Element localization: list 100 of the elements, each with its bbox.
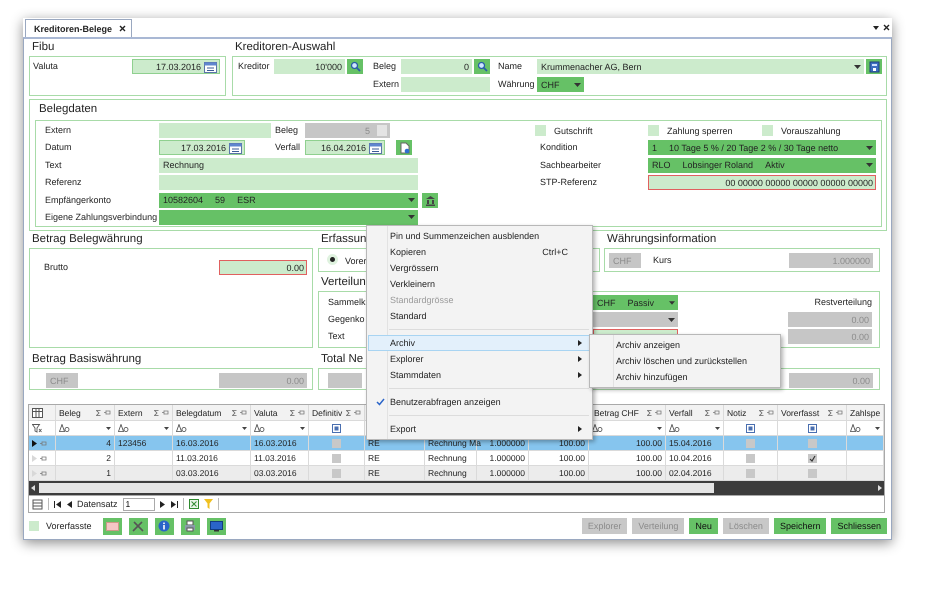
menu-item[interactable]: Export [368, 421, 591, 437]
calendar-icon[interactable] [229, 142, 242, 154]
caret-icon[interactable] [866, 163, 873, 168]
date-field[interactable]: 17.03.2016 [159, 140, 245, 156]
checkbox-filter-icon[interactable] [332, 424, 341, 432]
checkbox[interactable] [746, 454, 755, 462]
caret-icon[interactable] [300, 426, 305, 430]
input-field[interactable]: Rechnung [159, 158, 418, 173]
caret-icon[interactable] [164, 426, 169, 430]
arrow-right-icon[interactable] [876, 484, 884, 492]
caret-icon[interactable] [106, 426, 111, 430]
sigma-icon[interactable] [705, 410, 710, 416]
pin-icon[interactable] [713, 410, 720, 415]
checkbox-filter-icon[interactable] [746, 424, 755, 432]
caret-icon[interactable] [866, 146, 873, 150]
menu-item[interactable]: Archiv hinzufügen [591, 369, 779, 385]
last-icon[interactable] [170, 500, 178, 508]
pin-icon[interactable] [836, 410, 843, 415]
filter-operator-icon[interactable] [59, 424, 70, 432]
search-button[interactable] [347, 59, 363, 74]
next-icon[interactable] [160, 500, 166, 508]
spreadsheet-icon[interactable] [188, 499, 199, 509]
checkbox[interactable] [746, 438, 755, 448]
caret-icon[interactable] [574, 82, 581, 86]
calendar-icon[interactable] [204, 60, 217, 72]
caret-icon[interactable] [873, 26, 879, 30]
search-button[interactable] [474, 59, 490, 74]
first-icon[interactable] [54, 500, 61, 508]
sigma-icon[interactable] [154, 410, 159, 416]
menu-item[interactable]: Vergrössern [368, 260, 591, 276]
checkbox[interactable] [746, 468, 755, 478]
caret-icon[interactable] [715, 426, 720, 430]
menu-item[interactable]: Standard [368, 308, 591, 324]
input-field[interactable]: 00 00000 00000 00000 00000 00000 [648, 175, 876, 190]
pin-icon[interactable] [767, 410, 774, 415]
filter-operator-icon[interactable] [254, 424, 265, 432]
sigma-icon[interactable] [647, 410, 652, 416]
sigma-icon[interactable] [290, 410, 295, 416]
arrow-left-icon[interactable] [29, 484, 37, 492]
filter-operator-icon[interactable] [592, 424, 603, 432]
dropdown[interactable]: 1 10 Tage 5 % / 20 Tage 2 % / 30 Tage netto [648, 140, 876, 156]
action-button[interactable]: Neu [689, 518, 718, 534]
close-icon[interactable] [119, 25, 126, 32]
record-field[interactable]: 1 [122, 498, 155, 510]
menu-item[interactable]: Archiv löschen und zurückstellen [591, 353, 779, 369]
combo-box[interactable]: Krummenacher AG, Bern [537, 59, 864, 74]
menu-item[interactable]: Explorer [368, 351, 591, 367]
pin-icon[interactable] [298, 410, 305, 415]
filter-operator-icon[interactable] [118, 424, 129, 432]
menu-item[interactable]: Verkleinern [368, 276, 591, 292]
checkbox-filter-icon[interactable] [808, 424, 816, 432]
sigma-icon[interactable] [232, 410, 237, 416]
date-field[interactable]: 16.04.2016 [305, 140, 385, 156]
horizontal-scrollbar[interactable] [29, 481, 884, 495]
sigma-icon[interactable] [346, 410, 351, 416]
checkbox[interactable] [332, 468, 341, 478]
grid-icon[interactable] [32, 498, 43, 510]
pin-icon[interactable] [354, 410, 361, 415]
tab[interactable]: Kreditoren-Belege [25, 19, 132, 37]
checkbox[interactable] [648, 125, 659, 136]
bank-button[interactable] [422, 192, 438, 208]
table-row[interactable]: 1 03.03.2016 03.03.2016 RE Rechnung 1.000000 100.00 100.00 02.04.2016 [29, 466, 884, 481]
column-chooser-icon[interactable] [32, 408, 43, 418]
caret-icon[interactable] [408, 215, 415, 220]
menu-item[interactable]: Benutzerabfragen anzeigen [368, 394, 591, 410]
menu-item[interactable]: Archiv anzeigen [591, 337, 779, 353]
menu-item[interactable]: Pin und Summenzeichen ausblenden [368, 228, 591, 244]
info-button[interactable] [154, 518, 174, 534]
action-button[interactable]: Schliessen [831, 518, 887, 534]
menu-item[interactable]: Archiv [368, 335, 591, 351]
sigma-icon[interactable] [96, 410, 101, 416]
dropdown[interactable]: CHF [537, 77, 584, 92]
dropdown[interactable]: RLO Lobsinger Roland Aktiv [648, 158, 876, 173]
checkbox[interactable] [808, 438, 816, 448]
filter-clear-icon[interactable] [32, 424, 42, 432]
pin-icon[interactable] [655, 410, 662, 415]
menu-item[interactable]: Kopieren Ctrl+C [368, 244, 591, 260]
menu-item[interactable]: Stammdaten [368, 367, 591, 383]
filter-operator-icon[interactable] [850, 424, 861, 432]
caret-icon[interactable] [408, 198, 415, 202]
radio-button[interactable] [327, 254, 338, 265]
caret-icon[interactable] [669, 300, 675, 304]
caret-icon[interactable] [854, 64, 861, 68]
input-field[interactable]: 0.00 [219, 260, 307, 275]
printer-button[interactable] [180, 518, 200, 534]
checkbox[interactable] [535, 125, 546, 136]
previous-icon[interactable] [66, 500, 72, 508]
filter-operator-icon[interactable] [669, 424, 680, 432]
sigma-icon[interactable] [759, 410, 764, 416]
dropdown[interactable]: 10582604 59 ESR [159, 192, 418, 208]
input-field[interactable] [159, 123, 271, 138]
calendar-icon[interactable] [369, 142, 382, 154]
filter-operator-icon[interactable] [176, 424, 187, 432]
date-field[interactable]: 17.03.2016 [132, 59, 220, 74]
checkbox[interactable] [808, 454, 816, 462]
close-icon[interactable] [883, 24, 890, 31]
pin-icon[interactable] [40, 456, 47, 460]
caret-icon[interactable] [875, 426, 880, 430]
caret-icon[interactable] [242, 426, 247, 430]
monitor-button[interactable] [206, 518, 226, 534]
